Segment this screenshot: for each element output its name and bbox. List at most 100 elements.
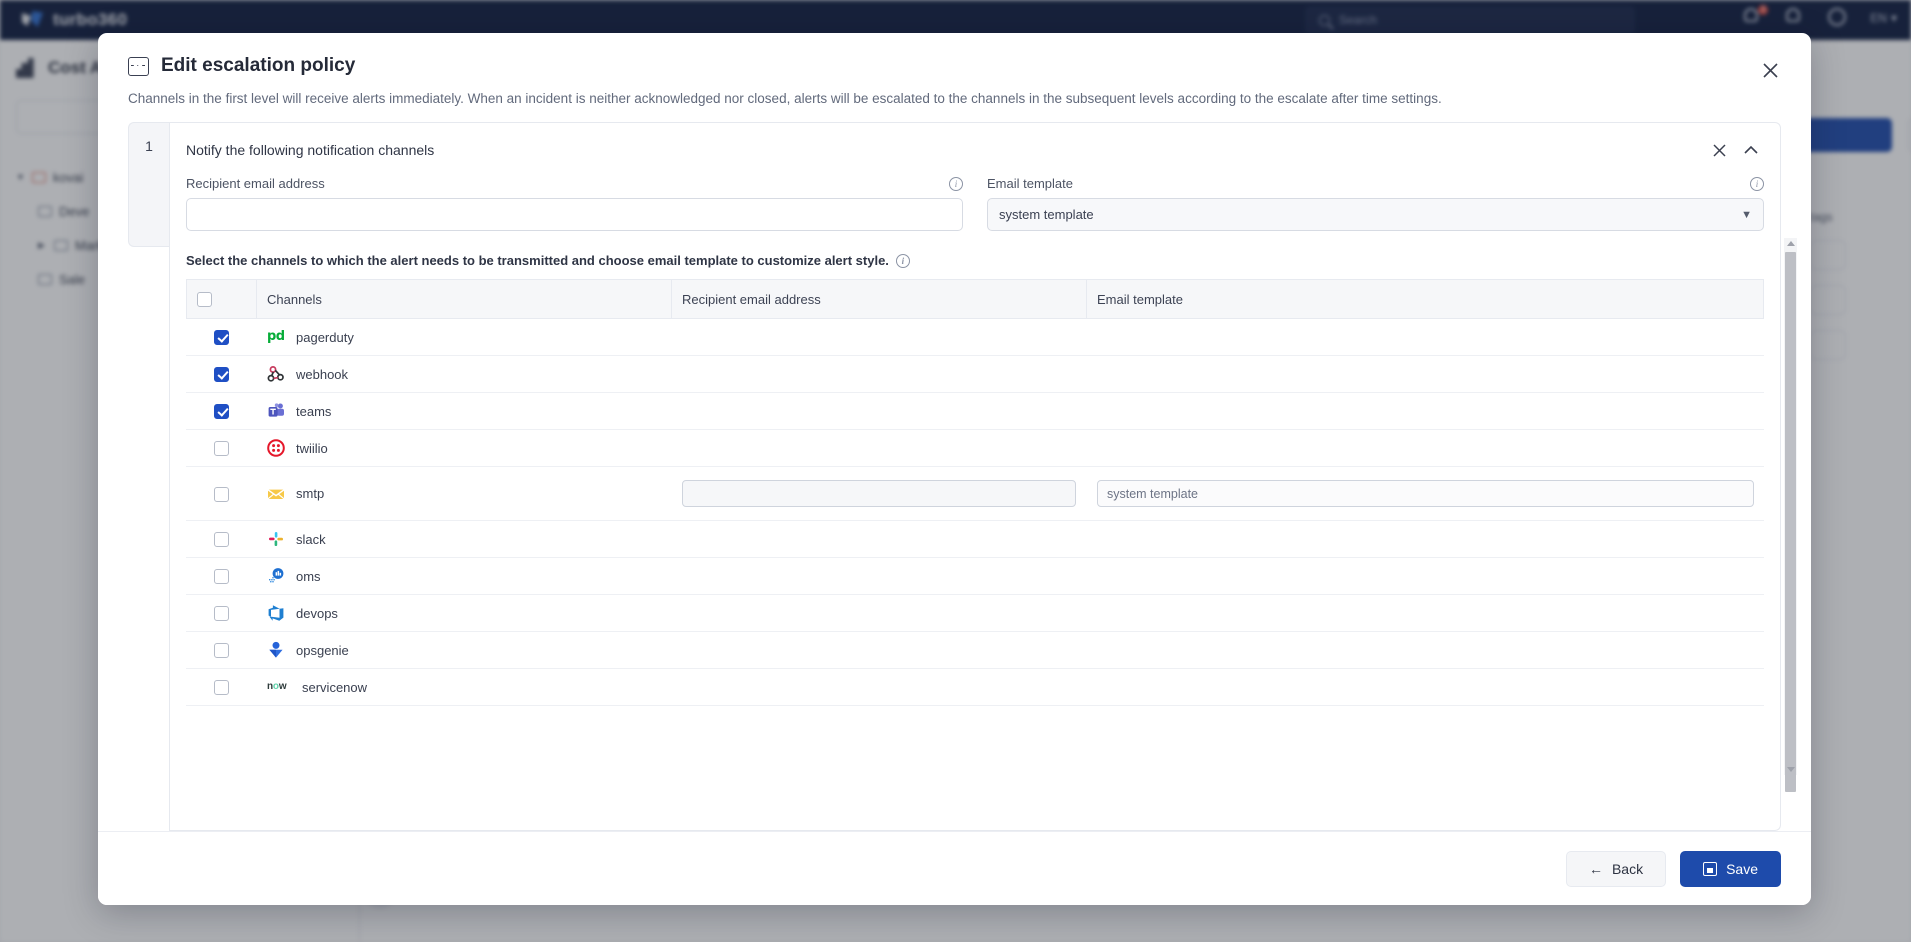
channel-cell: slack	[256, 520, 672, 559]
close-icon	[1762, 62, 1778, 78]
dialog-description: Channels in the first level will receive…	[128, 91, 1442, 106]
row-checkbox-cell	[186, 557, 257, 596]
smtp-email-template-input[interactable]	[1097, 480, 1754, 508]
level-heading: Notify the following notification channe…	[186, 142, 435, 158]
dialog-body: 1 Notify the following notification chan…	[98, 106, 1811, 831]
arrow-left-icon: ←	[1588, 860, 1603, 877]
recipient-cell	[671, 668, 1087, 707]
table-row: now servicenow	[186, 668, 1764, 707]
dialog-close-button[interactable]	[1757, 57, 1783, 83]
recipient-cell	[671, 355, 1087, 394]
recipient-cell	[671, 594, 1087, 633]
twilio-icon	[267, 439, 285, 457]
row-checkbox-cell	[186, 520, 257, 559]
remove-level-button[interactable]	[1706, 137, 1732, 163]
level-card: Notify the following notification channe…	[169, 122, 1781, 831]
escalation-level-1: 1 Notify the following notification chan…	[128, 122, 1781, 831]
teams-icon	[267, 402, 285, 420]
row-checkbox[interactable]	[214, 532, 229, 548]
dialog-footer: ← Back Save	[98, 831, 1811, 905]
row-checkbox[interactable]	[214, 643, 229, 659]
row-checkbox[interactable]	[214, 441, 229, 457]
channel-name: devops	[296, 605, 338, 621]
row-checkbox[interactable]	[214, 606, 229, 622]
table-row: oms	[186, 557, 1764, 596]
channel-cell: devops	[256, 594, 672, 633]
table-row: smtp	[186, 466, 1764, 522]
email-template-select[interactable]: system template ▼	[987, 198, 1764, 231]
back-button-label: Back	[1611, 860, 1644, 877]
pagerduty-icon: pd	[267, 329, 285, 345]
dialog-title: Edit escalation policy	[128, 55, 1781, 77]
channel-name: servicenow	[302, 679, 368, 695]
row-checkbox-cell	[186, 668, 257, 707]
collapse-level-button[interactable]	[1738, 137, 1764, 163]
recipient-email-input[interactable]	[186, 198, 963, 231]
scroll-up-arrow-icon[interactable]	[1787, 241, 1795, 246]
channel-name: slack	[296, 531, 326, 547]
dialog-scrollbar[interactable]	[1784, 238, 1797, 792]
template-cell	[1086, 392, 1764, 431]
row-checkbox[interactable]	[214, 367, 229, 383]
edit-escalation-policy-dialog: Edit escalation policy Channels in the f…	[98, 33, 1811, 905]
select-all-checkbox[interactable]	[197, 292, 212, 308]
email-template-selected-value: system template	[999, 207, 1094, 222]
channel-cell: pd pagerduty	[256, 318, 672, 357]
row-checkbox-cell	[186, 355, 257, 394]
template-cell	[1086, 520, 1764, 559]
template-cell	[1086, 557, 1764, 596]
row-checkbox[interactable]	[214, 404, 229, 420]
table-row: slack	[186, 520, 1764, 559]
channel-cell: opsgenie	[256, 631, 672, 670]
back-button[interactable]: ← Back	[1565, 850, 1667, 887]
info-icon[interactable]: i	[949, 176, 963, 191]
row-checkbox[interactable]	[214, 569, 229, 585]
row-checkbox-cell	[186, 631, 257, 670]
scrollbar-thumb[interactable]	[1785, 252, 1796, 792]
row-checkbox[interactable]	[214, 330, 229, 346]
webhook-icon	[267, 365, 285, 383]
channel-name: oms	[296, 568, 321, 584]
dialog-title-text: Edit escalation policy	[161, 55, 356, 76]
info-icon[interactable]: i	[895, 253, 910, 268]
channel-cell: webhook	[256, 355, 672, 394]
email-template-label-row: Email template i	[987, 176, 1764, 191]
level-card-header: Notify the following notification channe…	[170, 123, 1780, 163]
table-row: pd pagerduty	[186, 318, 1764, 357]
save-button[interactable]: Save	[1680, 850, 1781, 887]
info-icon[interactable]: i	[1750, 176, 1764, 191]
recipient-cell	[671, 631, 1087, 670]
opsgenie-icon	[267, 641, 285, 659]
channel-name: smtp	[296, 486, 325, 502]
row-checkbox[interactable]	[214, 486, 229, 502]
table-row: devops	[186, 594, 1764, 633]
email-template-field-group: Email template i system template ▼	[987, 176, 1764, 231]
recipient-cell	[671, 520, 1087, 559]
row-checkbox-cell	[186, 318, 257, 357]
channels-table: Channels Recipient email address Email t…	[186, 278, 1764, 707]
template-cell	[1086, 318, 1764, 357]
channel-cell: smtp	[256, 466, 672, 522]
channel-cell: twiilio	[256, 429, 672, 468]
recipient-email-field-group: Recipient email address i	[186, 176, 963, 231]
smtp-recipient-email-input[interactable]	[682, 480, 1076, 508]
level-card-scroll-area: Recipient email address i Email template…	[170, 163, 1780, 714]
channel-cell: now servicenow	[256, 668, 672, 707]
column-header-channels: Channels	[256, 278, 672, 320]
row-checkbox[interactable]	[214, 680, 229, 696]
recipient-cell	[671, 557, 1087, 596]
column-header-email-template: Email template	[1086, 278, 1764, 320]
row-checkbox-cell	[186, 466, 257, 522]
row-checkbox-cell	[186, 429, 257, 468]
channel-name: pagerduty	[296, 329, 354, 345]
table-row: teams	[186, 392, 1764, 431]
channel-cell: oms	[256, 557, 672, 596]
servicenow-icon: now	[267, 681, 287, 693]
recipient-email-label-row: Recipient email address i	[186, 176, 963, 191]
scroll-down-arrow-icon[interactable]	[1787, 767, 1795, 772]
channels-note: Select the channels to which the alert n…	[186, 231, 1764, 279]
floppy-save-icon	[1703, 861, 1718, 876]
template-cell	[1086, 668, 1764, 707]
activity-chart-icon	[128, 56, 149, 76]
save-button-label: Save	[1726, 860, 1758, 877]
